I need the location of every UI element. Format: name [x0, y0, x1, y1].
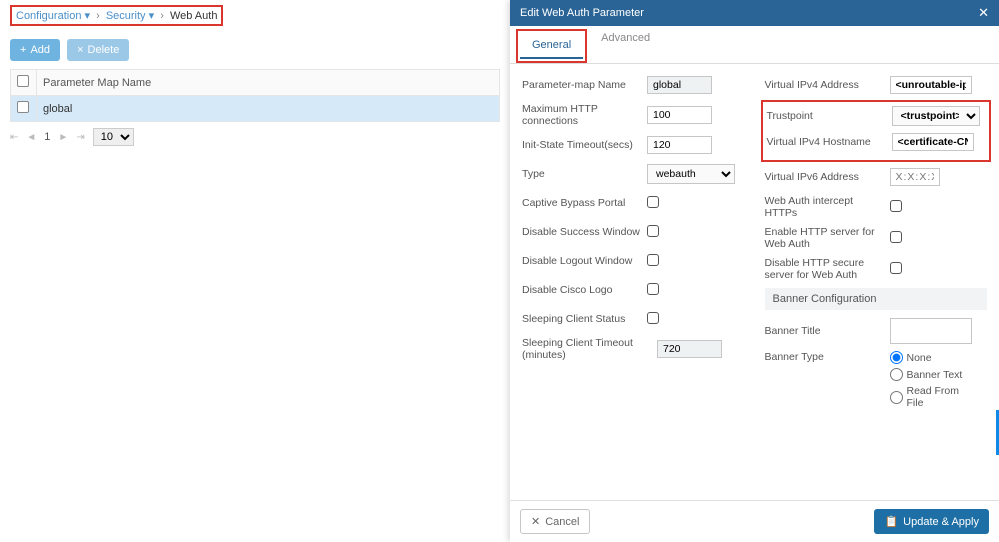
v6addr-input[interactable]	[890, 168, 940, 186]
httpen-label: Enable HTTP server for Web Auth	[765, 226, 890, 250]
radio-none[interactable]: None	[890, 351, 938, 364]
banner-section-header: Banner Configuration	[765, 288, 988, 310]
banner-title-label: Banner Title	[765, 325, 890, 337]
delete-button[interactable]: × Delete	[67, 39, 129, 61]
radio-file-input[interactable]	[890, 391, 903, 404]
chevron-right-icon: ›	[96, 10, 100, 22]
banner-title-input[interactable]	[890, 318, 972, 344]
trustpoint-label: Trustpoint	[767, 110, 892, 122]
maxconn-label: Maximum HTTP connections	[522, 103, 647, 127]
initstate-label: Init-State Timeout(secs)	[522, 139, 647, 151]
row-cell-name: global	[37, 96, 500, 122]
cancel-button[interactable]: ✕Cancel	[520, 509, 590, 534]
pager-prev-icon[interactable]: ◄	[26, 132, 36, 143]
select-all-checkbox[interactable]	[17, 75, 29, 87]
pager-first-icon[interactable]: ⇤	[10, 132, 18, 143]
type-select[interactable]: webauth	[647, 164, 735, 184]
radio-file[interactable]: Read From File	[890, 385, 978, 409]
chevron-right-icon: ›	[160, 10, 164, 22]
intercept-checkbox[interactable]	[890, 200, 902, 212]
httpdis-checkbox[interactable]	[890, 262, 902, 274]
sleep-label: Sleeping Client Status	[522, 313, 647, 325]
initstate-input[interactable]	[647, 136, 712, 154]
radio-text-input[interactable]	[890, 368, 903, 381]
radio-none-input[interactable]	[890, 351, 903, 364]
dlogout-checkbox[interactable]	[647, 254, 659, 266]
update-apply-button[interactable]: 📋Update & Apply	[874, 509, 989, 534]
dcisco-label: Disable Cisco Logo	[522, 284, 647, 296]
sleeptimeout-label: Sleeping Client Timeout (minutes)	[522, 337, 657, 361]
add-button[interactable]: + Add	[10, 39, 60, 61]
parameter-map-table: Parameter Map Name global	[10, 69, 500, 122]
breadcrumb-current: Web Auth	[170, 10, 218, 22]
pager-last-icon[interactable]: ⇥	[76, 132, 84, 143]
v4addr-input[interactable]	[890, 76, 972, 94]
breadcrumb-configuration[interactable]: Configuration ▾	[16, 10, 90, 22]
pmap-name-label: Parameter-map Name	[522, 79, 647, 91]
panel-title: Edit Web Auth Parameter	[520, 7, 644, 19]
tab-general[interactable]: General	[520, 33, 583, 59]
captive-checkbox[interactable]	[647, 196, 659, 208]
add-button-label: Add	[30, 44, 50, 56]
sleeptimeout-input[interactable]	[657, 340, 722, 358]
maxconn-input[interactable]	[647, 106, 712, 124]
v4host-label: Virtual IPv4 Hostname	[767, 136, 892, 148]
radio-text[interactable]: Banner Text	[890, 368, 969, 381]
column-header-name[interactable]: Parameter Map Name	[37, 70, 500, 96]
save-icon: 📋	[884, 515, 898, 528]
tab-advanced[interactable]: Advanced	[589, 26, 662, 63]
pager-current: 1	[44, 131, 50, 143]
intercept-label: Web Auth intercept HTTPs	[765, 195, 890, 219]
breadcrumb: Configuration ▾ › Security ▾ › Web Auth	[10, 5, 223, 26]
x-icon: ×	[77, 44, 83, 56]
v6addr-label: Virtual IPv6 Address	[765, 171, 890, 183]
v4host-input[interactable]	[892, 133, 974, 151]
captive-label: Captive Bypass Portal	[522, 197, 647, 209]
dlogout-label: Disable Logout Window	[522, 255, 647, 267]
table-row[interactable]: global	[11, 96, 500, 122]
trustpoint-select[interactable]: <trustpoint>	[892, 106, 980, 126]
plus-icon: +	[20, 44, 26, 56]
dcisco-checkbox[interactable]	[647, 283, 659, 295]
x-icon: ✕	[531, 515, 540, 528]
v4addr-label: Virtual IPv4 Address	[765, 79, 890, 91]
breadcrumb-security[interactable]: Security ▾	[106, 10, 154, 22]
pmap-name-input[interactable]	[647, 76, 712, 94]
delete-button-label: Delete	[88, 44, 120, 56]
type-label: Type	[522, 168, 647, 180]
edit-panel: Edit Web Auth Parameter ✕ General Advanc…	[510, 0, 999, 542]
httpdis-label: Disable HTTP secure server for Web Auth	[765, 257, 890, 281]
banner-type-label: Banner Type	[765, 351, 890, 363]
dsuccess-checkbox[interactable]	[647, 225, 659, 237]
close-icon[interactable]: ✕	[978, 5, 989, 21]
dsuccess-label: Disable Success Window	[522, 226, 647, 238]
pager-next-icon[interactable]: ►	[58, 132, 68, 143]
sleep-checkbox[interactable]	[647, 312, 659, 324]
page-size-select[interactable]: 10	[93, 128, 134, 146]
highlight-box: Trustpoint <trustpoint> Virtual IPv4 Hos…	[761, 100, 992, 162]
httpen-checkbox[interactable]	[890, 231, 902, 243]
pager: ⇤ ◄ 1 ► ⇥ 10	[10, 128, 500, 146]
row-checkbox[interactable]	[17, 101, 29, 113]
